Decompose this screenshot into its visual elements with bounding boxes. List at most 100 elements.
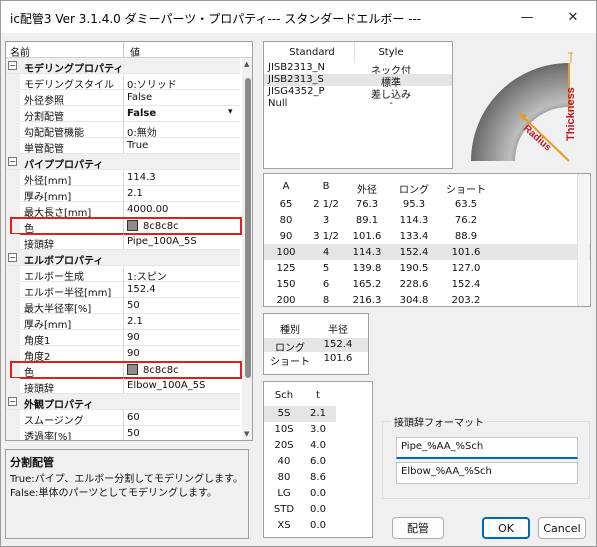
property-value[interactable]: 60 — [127, 412, 140, 423]
row-gutter — [6, 314, 20, 330]
schedule-row[interactable]: XS 0.0 — [264, 518, 336, 534]
elbow-prefix-input[interactable]: Elbow_%AA_%Sch — [396, 462, 578, 484]
property-name: 外径参照 — [24, 96, 64, 107]
sizes-row[interactable]: 150 6 165.2 228.6 152.4 — [264, 276, 590, 292]
standards-row[interactable]: Null - — [264, 98, 452, 110]
close-icon[interactable]: ✕ — [550, 1, 596, 33]
property-row[interactable]: 外径参照 False — [6, 90, 240, 107]
standards-row[interactable]: JISB2313_N ネック付 — [264, 62, 452, 77]
property-value[interactable]: 1:スピン — [127, 268, 167, 283]
schedule-row[interactable]: 80 8.6 — [264, 470, 336, 486]
sizes-row[interactable]: 200 8 216.3 304.8 203.2 — [264, 292, 590, 308]
row-gutter — [6, 410, 20, 426]
property-row[interactable]: 外径[mm] 114.3 — [6, 170, 240, 187]
schedule-row[interactable]: LG 0.0 — [264, 486, 336, 502]
property-value[interactable]: Pipe_100A_5S — [127, 236, 197, 247]
scroll-thumb[interactable] — [245, 78, 251, 378]
scroll-up-icon[interactable]: ▲ — [244, 60, 249, 68]
highlight-box — [10, 361, 242, 379]
column-divider — [123, 234, 124, 250]
radius-cell: ショート — [270, 357, 310, 368]
property-value[interactable]: 152.4 — [127, 284, 156, 295]
collapse-icon[interactable]: − — [8, 253, 17, 262]
property-row[interactable]: スムージング 60 — [6, 410, 240, 427]
sizes-cell: 101.6 — [451, 247, 481, 258]
property-value-text: 90 — [127, 348, 140, 359]
sizes-cell: 127.0 — [451, 263, 481, 274]
property-value-text: 2.1 — [127, 188, 143, 199]
standards-header-0: Standard — [289, 47, 335, 58]
property-name: 透過率[%] — [24, 432, 72, 441]
radius-row[interactable]: ロング 152.4 — [264, 338, 368, 354]
property-row[interactable]: モデリングスタイル 0:ソリッド — [6, 74, 240, 91]
property-row[interactable]: 最大半径率[%] 50 — [6, 298, 240, 315]
property-row[interactable]: 厚み[mm] 2.1 — [6, 314, 240, 331]
collapse-icon[interactable]: − — [8, 397, 17, 406]
property-value-text: 114.3 — [127, 172, 156, 183]
header-value: 値 — [130, 48, 140, 59]
pipe-prefix-input[interactable]: Pipe_%AA_%Sch — [396, 437, 578, 459]
property-grid-scrollbar[interactable]: ▲ ▼ — [242, 58, 252, 440]
standards-row[interactable]: JISG4352_P 差し込み — [264, 86, 452, 101]
property-value[interactable]: 50 — [127, 300, 140, 311]
sizes-row[interactable]: 100 4 114.3 152.4 101.6 — [264, 244, 590, 260]
schedule-row[interactable]: 20S 4.0 — [264, 438, 336, 454]
property-value[interactable]: False — [127, 92, 152, 103]
property-row[interactable]: 角度2 90 — [6, 346, 240, 363]
sizes-cell: 3 — [322, 215, 330, 226]
property-row[interactable]: 角度1 90 — [6, 330, 240, 347]
standards-row[interactable]: JISB2313_S 標準 — [264, 74, 452, 89]
radius-row[interactable]: ショート 101.6 — [264, 352, 368, 368]
schedule-row[interactable]: 10S 3.0 — [264, 422, 336, 438]
property-row[interactable]: 分割配管 False ▾ — [6, 106, 240, 123]
minimize-icon[interactable]: — — [504, 1, 550, 33]
sizes-row[interactable]: 65 2 1/2 76.3 95.3 63.5 — [264, 196, 590, 212]
standards-header-1: Style — [378, 47, 404, 58]
property-value-text: 4000.00 — [127, 204, 169, 215]
property-value[interactable]: 114.3 — [127, 172, 156, 183]
property-value[interactable]: 50 — [127, 428, 140, 439]
property-row[interactable]: 勾配配管機能 0:無効 — [6, 122, 240, 139]
property-value[interactable]: False — [127, 108, 156, 119]
property-value[interactable]: Elbow_100A_5S — [127, 380, 205, 391]
sizes-cell: 80 — [279, 215, 293, 226]
property-value[interactable]: 0:無効 — [127, 124, 157, 139]
category-name: パイププロパティ — [24, 160, 104, 171]
property-name: スムージング — [24, 416, 84, 427]
schedule-row[interactable]: 5S 2.1 — [264, 406, 336, 422]
ok-button[interactable]: OK — [482, 517, 530, 539]
sizes-cell: 76.3 — [355, 199, 379, 210]
size-table-scrollbar[interactable] — [577, 174, 589, 306]
property-value[interactable]: 4000.00 — [127, 204, 168, 215]
schedule-row[interactable]: STD 0.0 — [264, 502, 336, 518]
property-row[interactable]: エルボー生成 1:スピン — [6, 266, 240, 283]
property-value[interactable]: 90 — [127, 332, 140, 343]
property-row[interactable]: 厚み[mm] 2.1 — [6, 186, 240, 203]
cancel-button[interactable]: Cancel — [538, 517, 586, 539]
property-row[interactable]: 接頭辞 Elbow_100A_5S — [6, 378, 240, 395]
property-value[interactable]: 2.1 — [127, 188, 143, 199]
property-value[interactable]: 2.1 — [127, 316, 143, 327]
property-value[interactable]: 90 — [127, 348, 140, 359]
property-row[interactable]: 透過率[%] 50 — [6, 426, 240, 441]
property-row[interactable]: エルボー半径[mm] 152.4 — [6, 282, 240, 299]
property-value[interactable]: True — [127, 140, 148, 151]
collapse-icon[interactable]: − — [8, 61, 17, 70]
schedule-cell: 10S — [274, 424, 294, 435]
piping-button[interactable]: 配管 — [392, 517, 444, 539]
scroll-down-icon[interactable]: ▼ — [244, 430, 249, 438]
collapse-icon[interactable]: − — [8, 157, 17, 166]
sizes-row[interactable]: 80 3 89.1 114.3 76.2 — [264, 212, 590, 228]
property-row[interactable]: 最大長さ[mm] 4000.00 — [6, 202, 240, 219]
schedule-row[interactable]: 40 6.0 — [264, 454, 336, 470]
property-value[interactable]: 0:ソリッド — [127, 76, 177, 91]
category-name: エルボプロパティ — [24, 256, 104, 267]
property-row[interactable]: 単管配管 True — [6, 138, 240, 155]
schedule-cell: 8.6 — [310, 472, 326, 483]
sizes-row[interactable]: 125 5 139.8 190.5 127.0 — [264, 260, 590, 276]
dropdown-arrow-icon[interactable]: ▾ — [228, 107, 233, 117]
schedule-cell: XS — [277, 520, 291, 531]
radius-header-1: 半径 — [328, 325, 348, 336]
property-row[interactable]: 接頭辞 Pipe_100A_5S — [6, 234, 240, 251]
sizes-row[interactable]: 90 3 1/2 101.6 133.4 88.9 — [264, 228, 590, 244]
